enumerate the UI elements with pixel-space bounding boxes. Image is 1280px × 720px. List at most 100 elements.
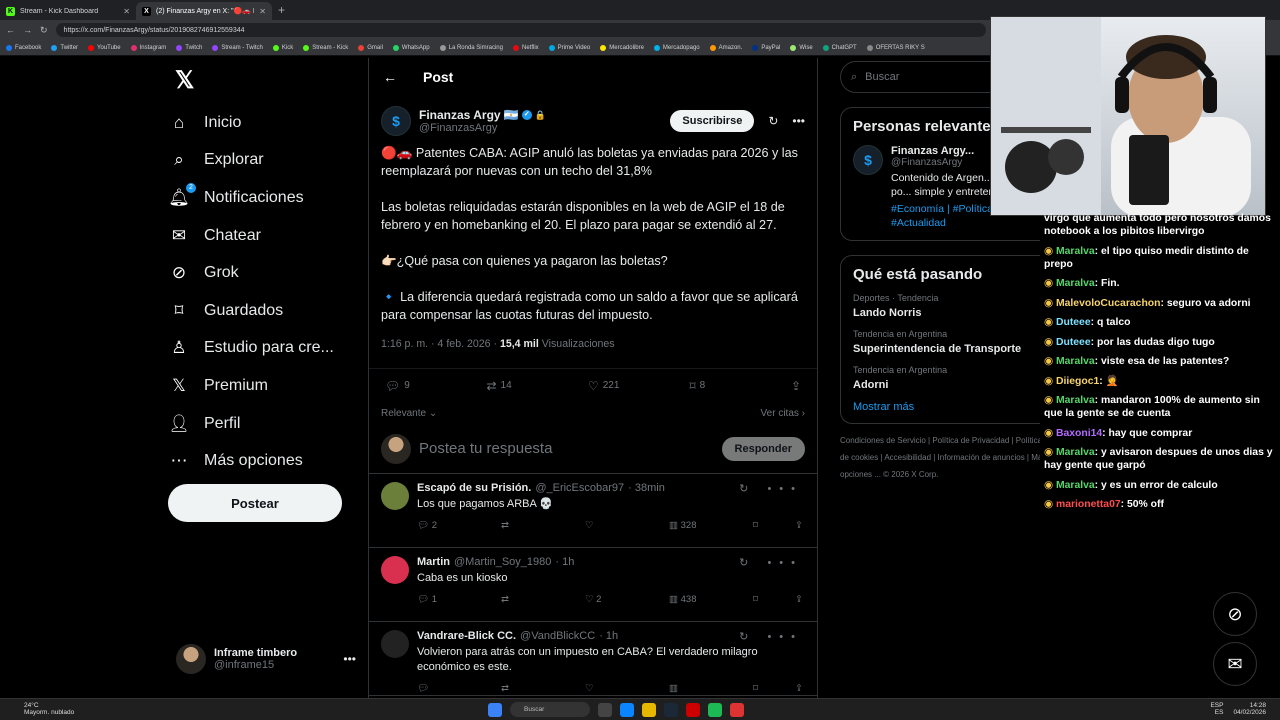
post-button[interactable]: Postear [168, 484, 342, 522]
like-action[interactable]: ♡ [585, 683, 669, 694]
author-handle[interactable]: @FinanzasArgy [419, 122, 546, 134]
reply-tweet[interactable]: Vandrare-Blick CC. @VandBlickCC · 1h Volvi… [369, 622, 817, 696]
share-action[interactable]: ⇪ [791, 379, 801, 393]
tweet-menu-icons[interactable]: ↻ ••• [739, 630, 803, 643]
tweet-menu-icons[interactable]: ↻ ••• [739, 556, 803, 569]
like-action[interactable]: ♡ 2 [585, 594, 669, 605]
bookmark-item[interactable]: Wise [790, 44, 813, 51]
chat-username[interactable]: Maralva [1056, 480, 1095, 491]
reply-action[interactable]: 💬︎ [417, 683, 501, 694]
forward-icon[interactable]: → [23, 25, 32, 35]
avatar[interactable] [381, 556, 409, 584]
sidebar-item-guardados[interactable]: ⌑ Guardados [168, 292, 368, 330]
app-icon[interactable] [686, 702, 700, 717]
chat-username[interactable]: Duteee [1056, 317, 1091, 328]
bookmark-item[interactable]: La Ronda Simracing [439, 44, 503, 51]
windows-start-icon[interactable] [488, 702, 502, 717]
view-quotes-link[interactable]: Ver citas › [761, 408, 805, 419]
trend-item[interactable]: Deportes · Tendencia Lando Norris [853, 293, 1040, 319]
trend-item[interactable]: Tendencia en Argentina Superintendencia d… [853, 329, 1040, 355]
chat-username[interactable]: Maralva [1056, 447, 1095, 458]
author-name-row[interactable]: Finanzas Argy 🇦🇷 ✓ 🔒 [419, 108, 546, 122]
grok-floating-button[interactable]: ⊘ [1213, 592, 1257, 636]
bookmark-item[interactable]: Netflix [512, 44, 539, 51]
app-icon[interactable] [730, 702, 744, 717]
avatar[interactable] [381, 482, 409, 510]
bookmark-item[interactable]: Stream - Kick [303, 44, 348, 51]
bookmark-item[interactable]: Amazon. [709, 44, 742, 51]
chat-username[interactable]: Maralva [1056, 246, 1095, 257]
share-icon[interactable]: ⇪ [795, 594, 803, 605]
sidebar-item-grok[interactable]: ⊘ Grok [168, 254, 368, 292]
more-dots-icon[interactable]: ••• [343, 652, 356, 666]
chat-username[interactable]: Maralva [1056, 356, 1095, 367]
bookmark-icon[interactable]: ⌑ [753, 683, 795, 694]
sidebar-item-premium[interactable]: 𝕏 Premium [168, 367, 368, 405]
task-view-icon[interactable] [598, 702, 612, 717]
reply-action[interactable]: 💬︎ 2 [417, 520, 501, 531]
bookmark-item[interactable]: Gmail [358, 44, 383, 51]
chat-username[interactable]: Baxoni14 [1056, 428, 1102, 439]
repost-action[interactable]: ⇄ [501, 683, 585, 694]
file-explorer-icon[interactable] [642, 702, 656, 717]
views-action[interactable]: ▥ 438 [669, 594, 753, 605]
messages-floating-button[interactable]: ✉ [1213, 642, 1257, 686]
new-tab-icon[interactable]: + [278, 3, 285, 17]
grok-icon[interactable]: ↻ [768, 114, 778, 128]
sidebar-item-estudio-para-cre[interactable]: ♙ Estudio para cre... [168, 330, 368, 368]
like-action[interactable]: ♡ [585, 520, 669, 531]
edge-icon[interactable] [620, 702, 634, 717]
reply-button[interactable]: Responder [721, 436, 805, 461]
chat-username[interactable]: marionetta07 [1056, 499, 1121, 510]
bookmark-item[interactable]: ChatGPT [822, 44, 857, 51]
account-switcher[interactable]: Inframe timbero @inframe15 ••• [176, 644, 356, 674]
reply-tweet[interactable]: Martin @Martin_Soy_1980 · 1h Caba es un ki… [369, 548, 817, 622]
footer-links[interactable]: Condiciones de Servicio | Política de Pr… [840, 432, 1040, 483]
views-action[interactable]: ▥ 328 [669, 520, 753, 531]
back-icon[interactable]: ← [6, 25, 15, 35]
sort-dropdown[interactable]: Relevante ⌄ [381, 408, 437, 419]
tweet-author[interactable]: Vandrare-Blick CC. [417, 630, 516, 642]
weather-widget[interactable]: 24°C Mayorm. nublado [24, 702, 74, 716]
chat-username[interactable]: Diiegoc1 [1056, 376, 1099, 387]
browser-tab-x[interactable]: X (2) Finanzas Argy en X: "🔴🚗 Pa... ✕ [136, 2, 272, 20]
views-action[interactable]: ▥ [669, 683, 753, 694]
x-logo-icon[interactable]: 𝕏 [175, 66, 194, 95]
bookmark-item[interactable]: Facebook [6, 44, 41, 51]
taskbar-search[interactable]: Buscar [510, 702, 590, 717]
url-input[interactable]: https://x.com/FinanzasArgy/status/201908… [55, 23, 986, 37]
bookmark-item[interactable]: Twitter [51, 44, 78, 51]
tweet-menu-icons[interactable]: ↻ ••• [739, 482, 803, 495]
bookmark-item[interactable]: YouTube [88, 44, 121, 51]
clock[interactable]: 14:28 04/02/2026 [1233, 702, 1266, 716]
chat-username[interactable]: Maralva [1056, 278, 1095, 289]
bookmark-icon[interactable]: ⌑ [753, 594, 795, 605]
more-dots-icon[interactable]: ••• [792, 114, 805, 128]
reply-action[interactable]: 💬︎ 9 [385, 379, 486, 393]
repost-action[interactable]: ⇄ 14 [486, 379, 587, 393]
reply-input[interactable]: Postea tu respuesta [419, 440, 714, 457]
chat-username[interactable]: MalevoloCucarachon [1056, 298, 1161, 309]
reply-action[interactable]: 💬︎ 1 [417, 594, 501, 605]
close-tab-icon[interactable]: ✕ [259, 7, 266, 16]
sidebar-item-perfil[interactable]: 👤︎ Perfil [168, 405, 368, 443]
bookmark-item[interactable]: OFERTAS RIKY S [866, 44, 925, 51]
tweet-author[interactable]: Martin [417, 556, 450, 568]
back-arrow-icon[interactable]: ← [383, 69, 397, 85]
steam-icon[interactable] [664, 702, 678, 717]
relevant-avatar[interactable]: $ [853, 145, 883, 175]
bookmark-item[interactable]: Mercadolibre [600, 44, 644, 51]
bookmark-item[interactable]: Twitch [176, 44, 202, 51]
sidebar-item-inicio[interactable]: ⌂ Inicio [168, 104, 368, 142]
sidebar-item-chatear[interactable]: ✉ Chatear [168, 217, 368, 255]
bookmark-item[interactable]: WhatsApp [392, 44, 430, 51]
share-icon[interactable]: ⇪ [795, 683, 803, 694]
trend-item[interactable]: Tendencia en Argentina Adorni [853, 365, 1040, 391]
browser-tab-kick[interactable]: K Stream - Kick Dashboard ✕ [0, 2, 136, 20]
language-indicator[interactable]: ESP ES [1210, 702, 1223, 716]
bookmark-item[interactable]: Instagram [130, 44, 166, 51]
subscribe-button[interactable]: Suscribirse [670, 110, 755, 132]
sidebar-item-más-opciones[interactable]: ⋯ Más opciones [168, 442, 368, 480]
reload-icon[interactable]: ↻ [40, 25, 48, 36]
bookmark-item[interactable]: Stream - Twitch [212, 44, 263, 51]
